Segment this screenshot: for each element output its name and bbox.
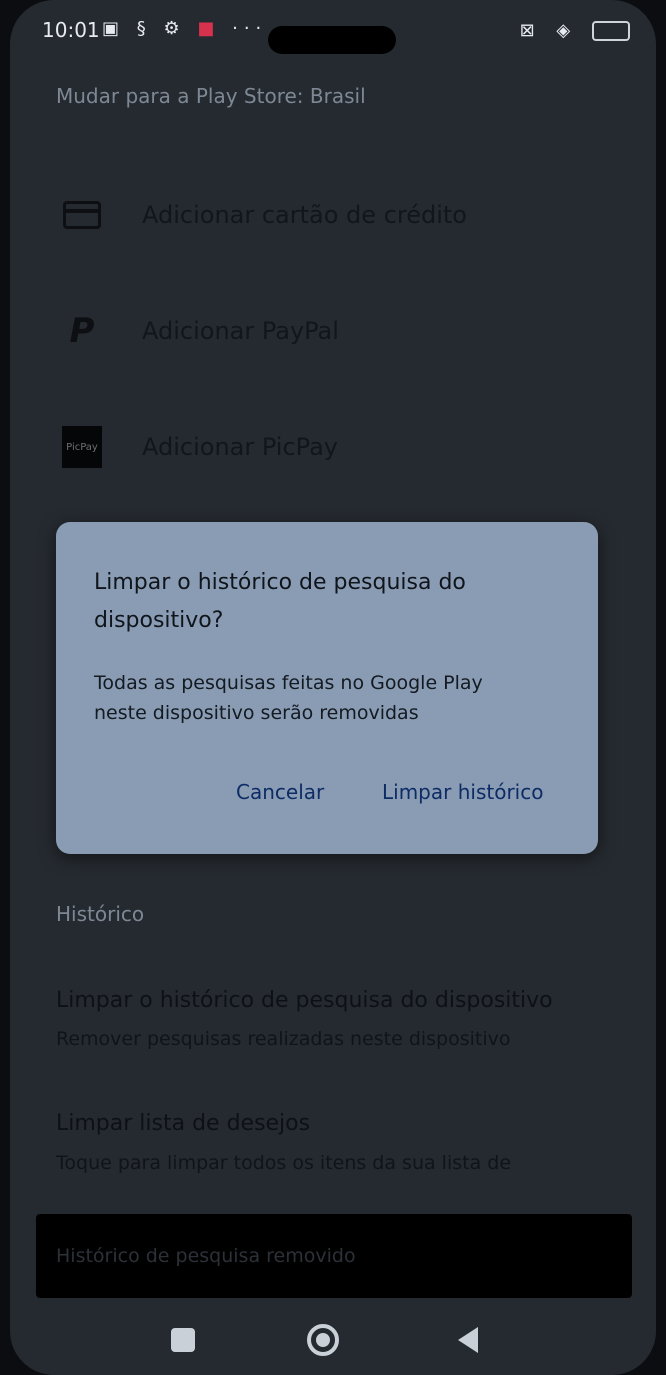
navigation-bar <box>10 1310 656 1375</box>
dialog-title: Limpar o histórico de pesquisa do dispos… <box>94 570 466 633</box>
battery-icon <box>592 21 630 41</box>
snackbar: Histórico de pesquisa removido <box>36 1214 632 1298</box>
credit-card-icon <box>62 195 102 235</box>
data-icon: § <box>136 18 152 39</box>
back-button[interactable] <box>450 1322 486 1358</box>
wifi-icon: ◈ <box>556 20 579 41</box>
clear-wishlist-title[interactable]: Limpar lista de desejos <box>56 1111 310 1136</box>
recent-apps-button[interactable] <box>165 1322 201 1358</box>
clear-history-dialog: Limpar o histórico de pesquisa do dispos… <box>56 522 598 854</box>
status-right-icons: ⊠ ◈ <box>520 20 630 41</box>
region-text[interactable]: Mudar para a Play Store: Brasil <box>56 84 366 108</box>
cancel-button[interactable]: Cancelar <box>230 776 330 808</box>
history-section-title: Histórico <box>56 902 145 926</box>
clear-search-history-title[interactable]: Limpar o histórico de pesquisa do dispos… <box>56 988 553 1013</box>
add-credit-card-item[interactable]: Adicionar cartão de crédito <box>62 182 482 248</box>
clear-search-history-subtitle: Remover pesquisas realizadas neste dispo… <box>56 1028 511 1050</box>
add-picpay-item[interactable]: PicPay Adicionar PicPay <box>62 414 482 480</box>
home-icon <box>307 1324 339 1356</box>
camera-cutout <box>268 26 396 54</box>
add-credit-card-label: Adicionar cartão de crédito <box>142 201 467 229</box>
status-bar: 10:01 ▣ § ⚙ ■ ··· ⊠ ◈ <box>10 0 656 60</box>
clear-wishlist-subtitle: Toque para limpar todos os itens da sua … <box>56 1152 512 1174</box>
sim-off-icon: ⊠ <box>519 20 543 41</box>
gear-icon: ⚙ <box>163 18 186 39</box>
picpay-icon: PicPay <box>62 426 102 468</box>
status-time: 10:01 <box>42 18 100 42</box>
notification-icon: ■ <box>197 18 221 39</box>
more-icon: ··· <box>232 18 268 39</box>
add-picpay-label: Adicionar PicPay <box>142 433 338 461</box>
paypal-icon: P <box>69 311 95 351</box>
status-left-icons: ▣ § ⚙ ■ ··· <box>102 18 267 39</box>
snackbar-text: Histórico de pesquisa removido <box>56 1245 356 1267</box>
clear-history-button[interactable]: Limpar histórico <box>376 776 549 808</box>
phone-screen: 10:01 ▣ § ⚙ ■ ··· ⊠ ◈ Mudar para a Play … <box>10 0 656 1375</box>
add-paypal-item[interactable]: P Adicionar PayPal <box>62 298 482 364</box>
add-paypal-label: Adicionar PayPal <box>142 317 339 345</box>
picpay-icon-text: PicPay <box>62 426 102 468</box>
home-button[interactable] <box>305 1322 341 1358</box>
nfc-icon: ▣ <box>102 18 126 39</box>
back-icon <box>458 1327 478 1353</box>
dialog-body: Todas as pesquisas feitas no Google Play… <box>94 672 483 724</box>
recent-apps-icon <box>171 1328 195 1352</box>
